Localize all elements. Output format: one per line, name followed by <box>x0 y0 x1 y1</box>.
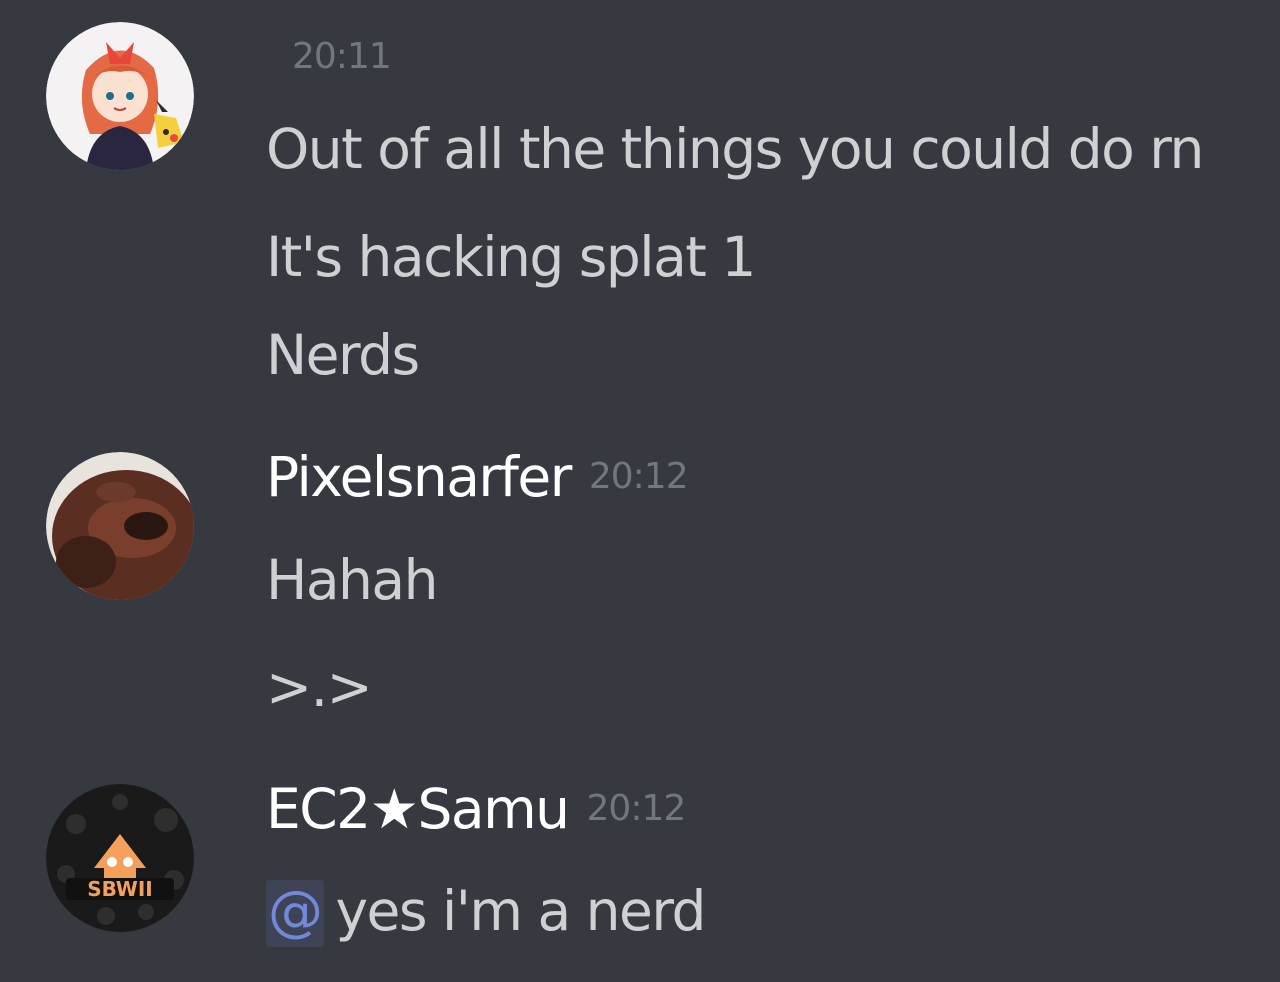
message-text-with-mention: @ yes i'm a nerd <box>266 879 707 947</box>
message-text: Nerds <box>266 323 420 387</box>
user-avatar-1[interactable] <box>46 22 194 170</box>
user-avatar-3[interactable]: SBWII <box>46 784 194 932</box>
message-timestamp: 20:11 <box>292 36 392 77</box>
message-header: EC2★Samu 20:12 <box>266 782 687 837</box>
username[interactable]: Pixelsnarfer <box>266 445 572 509</box>
message-header: Pixelsnarfer 20:12 <box>266 450 689 505</box>
message-text: >.> <box>266 655 373 719</box>
anime-girl-pikachu-avatar-icon <box>46 22 194 170</box>
chat-message-list: 20:11 Out of all the things you could do… <box>0 0 1280 982</box>
message-text: yes i'm a nerd <box>335 879 707 943</box>
message-text: Hahah <box>266 548 438 612</box>
username[interactable]: EC2★Samu <box>266 777 570 841</box>
message-text: Out of all the things you could do rn <box>266 117 1204 181</box>
closeup-face-avatar-icon <box>46 452 194 600</box>
message-timestamp: 20:12 <box>588 456 689 497</box>
squid-sbwii-logo-avatar-icon: SBWII <box>46 784 194 932</box>
message-text: It's hacking splat 1 <box>266 225 756 289</box>
user-avatar-2[interactable] <box>46 452 194 600</box>
message-timestamp: 20:12 <box>586 788 687 829</box>
user-mention[interactable]: @ <box>266 880 324 947</box>
avatar-logo-text: SBWII <box>87 877 153 901</box>
